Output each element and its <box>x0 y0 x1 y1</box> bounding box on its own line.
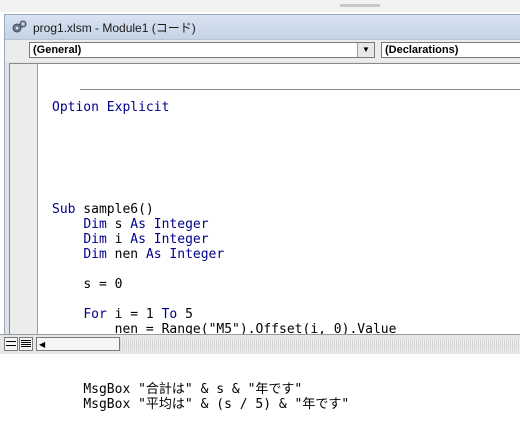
procedure-bar: (General) ▼ (Declarations) <box>5 39 520 62</box>
bottom-bar: ◀ <box>0 334 520 354</box>
code-text[interactable]: Option Explicit Sub sample6() Dim s As I… <box>52 70 520 442</box>
object-dropdown-value: (General) <box>33 44 82 56</box>
full-module-view-button[interactable] <box>19 337 33 351</box>
window-title: prog1.xlsm - Module1 (コード) <box>33 20 196 35</box>
code-line: For i = 1 To 5 <box>83 307 193 322</box>
object-dropdown-button[interactable]: ▼ <box>357 43 374 57</box>
option-explicit-statement: Option Explicit <box>52 100 170 115</box>
top-strip-accent <box>340 4 380 7</box>
code-window: prog1.xlsm - Module1 (コード) (General) ▼ (… <box>4 14 520 412</box>
procedure-dropdown-value: (Declarations) <box>385 44 459 56</box>
code-line: MsgBox "合計は" & s & "年です" <box>83 382 303 397</box>
code-line: Dim nen As Integer <box>83 247 225 262</box>
procedure-view-icon <box>6 341 16 346</box>
object-dropdown[interactable]: (General) ▼ <box>29 42 375 58</box>
horizontal-scrollbar[interactable]: ◀ <box>36 337 120 351</box>
code-editor[interactable]: Option Explicit Sub sample6() Dim s As I… <box>9 63 520 412</box>
background-below <box>0 354 520 372</box>
code-lines: Sub sample6() Dim s As Integer Dim i As … <box>52 202 520 412</box>
code-line: s = 0 <box>83 277 123 292</box>
margin-indicator-bar[interactable] <box>10 64 38 359</box>
code-line: Dim i As Integer <box>83 232 209 247</box>
titlebar[interactable]: prog1.xlsm - Module1 (コード) <box>5 15 520 39</box>
vba-module-icon <box>11 19 29 35</box>
top-strip <box>0 0 520 12</box>
code-line-option: Option Explicit <box>52 100 520 115</box>
code-line: Dim s As Integer <box>83 217 209 232</box>
chevron-down-icon: ▼ <box>362 45 370 54</box>
scrollbar-track[interactable] <box>120 339 520 351</box>
procedure-dropdown[interactable]: (Declarations) <box>381 42 520 58</box>
full-module-view-icon <box>21 340 31 347</box>
code-line: Sub sample6() <box>52 202 154 217</box>
procedure-view-button[interactable] <box>4 337 18 351</box>
procedure-separator <box>80 89 520 90</box>
code-line: MsgBox "平均は" & (s / 5) & "年です" <box>83 397 350 412</box>
scroll-left-arrow-icon[interactable]: ◀ <box>39 340 45 349</box>
